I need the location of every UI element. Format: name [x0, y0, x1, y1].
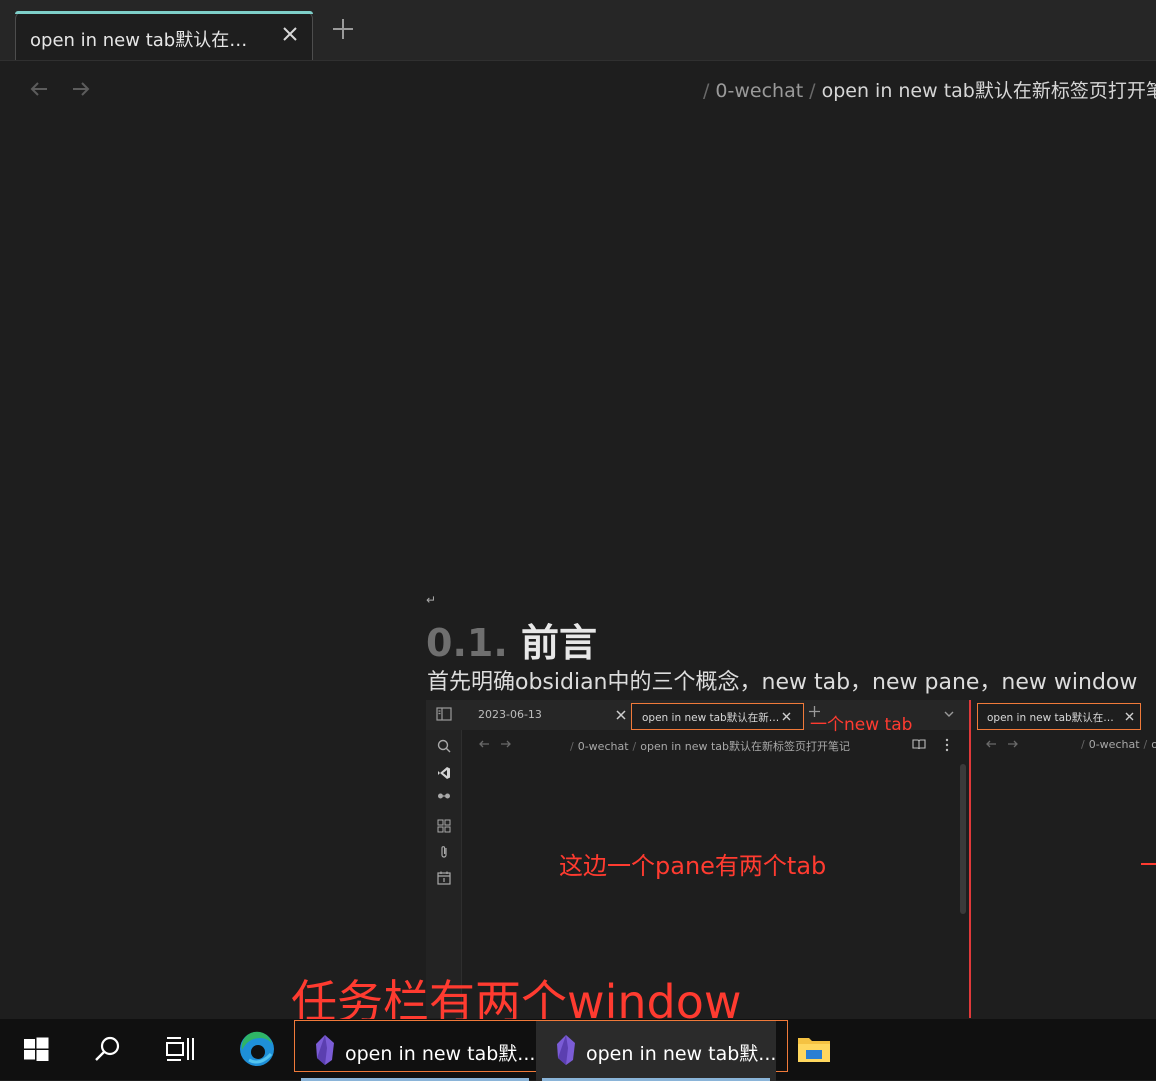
- embedded-tab-date: 2023-06-13: [478, 708, 542, 721]
- embedded-window2-tab: open in new tab默认在…: [977, 703, 1141, 730]
- intro-paragraph: 首先明确obsidian中的三个概念，new tab，new pane，new …: [427, 670, 1138, 695]
- annotation-pane: 这边一个pane有两个tab: [559, 852, 827, 880]
- taskbar-app-obsidian-1[interactable]: open in new tab默...: [295, 1021, 535, 1081]
- search-icon[interactable]: [92, 1033, 124, 1065]
- heading-text: 前言: [521, 621, 598, 665]
- breadcrumb-separator: /: [1081, 738, 1085, 751]
- annotation-new-tab: 一个new tab: [810, 715, 913, 735]
- embedded-window2-tab-title: open in new tab默认在…: [987, 712, 1114, 724]
- annotation-dash: [1141, 863, 1156, 865]
- breadcrumb: /0-wechat / open in new tab默认在新标签页打开笔: [697, 76, 1156, 103]
- book-icon: [912, 739, 926, 750]
- breadcrumb-folder[interactable]: 0-wechat: [715, 80, 803, 102]
- close-icon: [1125, 712, 1134, 721]
- file-explorer-icon[interactable]: [797, 1034, 831, 1064]
- back-arrow-icon: [479, 740, 489, 748]
- back-arrow-icon[interactable]: [28, 78, 50, 100]
- back-arrow-icon: [986, 740, 996, 748]
- forward-arrow-icon: [1008, 740, 1018, 748]
- embedded-second-window: open in new tab默认在… /0-wechat/ope: [969, 700, 1156, 1018]
- breadcrumb-separator: /: [809, 80, 816, 102]
- breadcrumb-separator: /: [703, 80, 710, 102]
- forward-arrow-icon: [501, 740, 511, 748]
- taskbar-app-group: open in new tab默... open in new tab默...: [294, 1020, 788, 1081]
- return-mark: ↵: [426, 593, 437, 607]
- layout-icon: [437, 819, 451, 833]
- section-heading: 0.1. 前言: [426, 612, 597, 667]
- embedded-breadcrumb-folder: 0-wechat: [577, 740, 629, 753]
- vscode-icon: [438, 767, 450, 779]
- active-tab[interactable]: open in new tab默认在…: [15, 11, 313, 60]
- glasses-icon: [438, 793, 450, 799]
- embedded-tab-note: open in new tab默认在新…: [631, 703, 804, 730]
- paperclip-icon: [441, 846, 447, 858]
- forward-arrow-icon[interactable]: [70, 78, 92, 100]
- close-icon: [782, 712, 791, 721]
- windows-start-icon[interactable]: [20, 1033, 52, 1065]
- breadcrumb-file[interactable]: open in new tab默认在新标签页打开笔: [822, 80, 1156, 102]
- calendar-icon: [437, 871, 451, 885]
- heading-number: 0.1.: [426, 621, 508, 665]
- task-view-icon[interactable]: [164, 1033, 196, 1065]
- tab-bar: open in new tab默认在…: [0, 0, 1156, 61]
- embedded-scrollbar: [960, 764, 966, 914]
- edge-browser-icon[interactable]: [238, 1030, 276, 1068]
- chevron-down-icon: [944, 711, 954, 717]
- more-options-icon: [945, 738, 949, 752]
- close-icon: [616, 710, 626, 720]
- embedded-tab-note-title: open in new tab默认在新…: [642, 712, 778, 724]
- embedded-window2-breadcrumb: /0-wechat/ope: [1081, 738, 1156, 751]
- close-icon[interactable]: [280, 24, 300, 44]
- obsidian-icon: [557, 1035, 575, 1065]
- taskbar-app-obsidian-2[interactable]: open in new tab默...: [536, 1021, 776, 1081]
- sidebar-toggle-icon: [436, 707, 452, 721]
- new-tab-plus-icon[interactable]: [330, 16, 356, 42]
- embedded-window2-breadcrumb-file: ope: [1151, 738, 1156, 751]
- search-icon: [437, 739, 451, 753]
- breadcrumb-separator: /: [570, 740, 574, 753]
- breadcrumb-separator: /: [1143, 738, 1148, 751]
- embedded-breadcrumb: /0-wechat / open in new tab默认在新标签页打开笔记: [566, 738, 850, 754]
- breadcrumb-separator: /: [632, 740, 637, 753]
- obsidian-icon: [316, 1035, 334, 1065]
- taskbar-app-label: open in new tab默...: [345, 1043, 536, 1065]
- tab-title: open in new tab默认在…: [30, 30, 248, 51]
- taskbar-app-label: open in new tab默...: [586, 1043, 777, 1065]
- windows-taskbar: open in new tab默... open in new tab默...: [0, 1019, 1156, 1081]
- embedded-window2-breadcrumb-folder: 0-wechat: [1088, 738, 1140, 751]
- embedded-breadcrumb-file: open in new tab默认在新标签页打开笔记: [640, 740, 850, 753]
